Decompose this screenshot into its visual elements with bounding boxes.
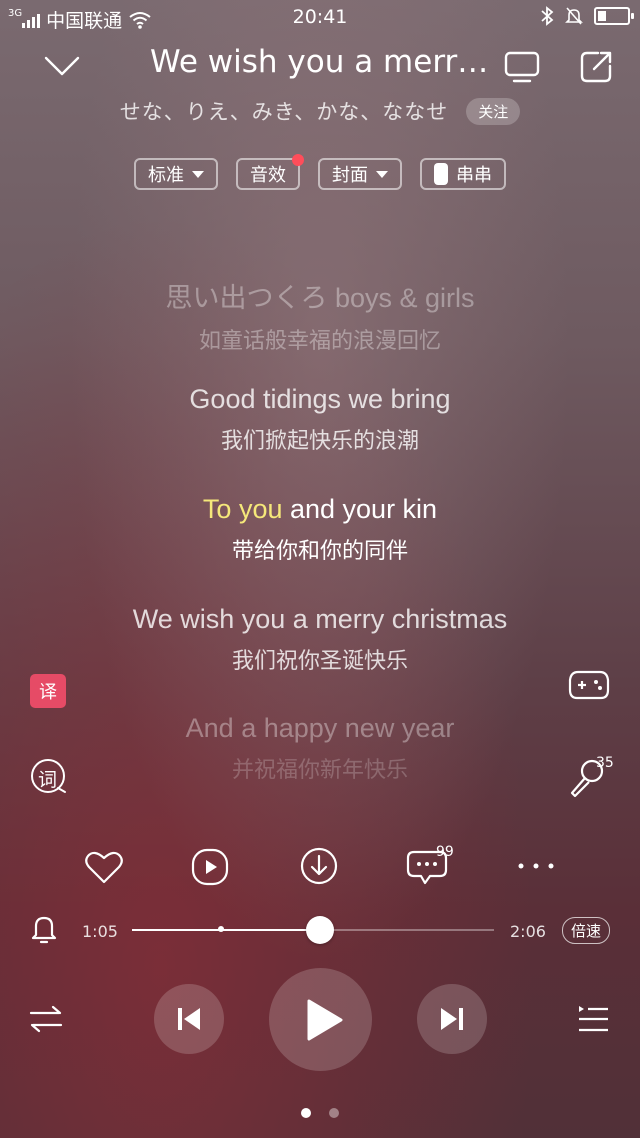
caret-down-icon: [192, 170, 204, 178]
page-dot[interactable]: [329, 1108, 339, 1118]
chuanchuan-toggle[interactable]: 串串: [420, 158, 506, 190]
artist-name[interactable]: せな、りえ、みき、かな、ななせ: [120, 96, 449, 126]
previous-button[interactable]: [154, 984, 224, 1054]
translate-button[interactable]: 译: [30, 674, 66, 708]
playlist-icon[interactable]: [576, 1003, 610, 1035]
page-dot[interactable]: [301, 1108, 311, 1118]
cover-dropdown[interactable]: 封面: [318, 158, 402, 190]
lyrics-word-button[interactable]: 词: [30, 758, 68, 796]
download-icon[interactable]: [300, 847, 338, 885]
option-chips: 标准 音效 封面 串串: [0, 154, 640, 190]
caret-down-icon: [376, 170, 388, 178]
play-button[interactable]: [269, 968, 372, 1071]
lyric-line: Good tidings we bring 我们掀起快乐的浪潮: [0, 384, 640, 455]
lyric-original: And a happy new year: [185, 713, 455, 743]
skip-previous-icon: [178, 1008, 200, 1030]
progress-knob[interactable]: [306, 916, 335, 944]
collapse-chevron-icon[interactable]: [44, 54, 80, 78]
lyric-line-current: To you and your kin 带给你和你的同伴: [0, 494, 640, 565]
song-title: We wish you a merry christmas: [150, 44, 490, 80]
lyric-sung-part: To you: [202, 494, 283, 524]
sound-effect-button[interactable]: 音效: [236, 154, 304, 190]
skip-next-icon: [441, 1008, 463, 1030]
lyric-unsung-part: and your kin: [282, 494, 438, 524]
heart-icon[interactable]: [84, 849, 124, 885]
battery-icon: [594, 7, 634, 25]
quality-label: 标准: [148, 165, 184, 186]
tv-cast-icon[interactable]: [503, 50, 541, 84]
karaoke-button[interactable]: 35: [566, 755, 620, 801]
shuffle-icon[interactable]: [29, 1004, 63, 1034]
lyric-translation: 并祝福你新年快乐: [231, 758, 408, 783]
total-time: 2:06: [510, 922, 546, 941]
progress-marker: [217, 926, 224, 932]
current-time: 1:05: [82, 922, 118, 941]
follow-button[interactable]: 关注: [466, 97, 521, 125]
lyric-original: To you and your kin: [0, 494, 640, 525]
progress-slider[interactable]: [132, 916, 494, 944]
play-icon: [307, 999, 342, 1040]
lyric-line: 思い出つくろ boys & girls 如童话般幸福的浪漫回忆: [0, 276, 640, 355]
mute-bell-icon: [565, 7, 583, 25]
toggle-switch-icon: [434, 163, 448, 185]
chuanchuan-label: 串串: [456, 165, 492, 186]
lyric-translation: 我们祝你圣诞快乐: [231, 649, 408, 674]
sound-effect-label: 音效: [250, 165, 286, 186]
artist-row: せな、りえ、みき、かな、ななせ 关注: [100, 96, 540, 126]
cover-label: 封面: [332, 165, 368, 186]
video-play-icon[interactable]: [191, 848, 229, 886]
karaoke-count: 35: [596, 755, 614, 771]
alarm-bell-icon[interactable]: [30, 913, 58, 945]
share-icon[interactable]: [578, 49, 614, 85]
bluetooth-icon: [541, 6, 554, 26]
lyric-translation: 我们掀起快乐的浪潮: [220, 429, 419, 454]
quality-dropdown[interactable]: 标准: [134, 158, 218, 190]
comment-button[interactable]: 99: [406, 844, 462, 888]
notification-dot: [292, 154, 304, 166]
more-icon[interactable]: [516, 862, 556, 870]
status-bar: 3G 中国联通 20:41: [0, 0, 640, 34]
progress-played: [132, 929, 321, 931]
lyric-line: We wish you a merry christmas 我们祝你圣诞快乐: [0, 604, 640, 675]
lyric-translation: 如童话般幸福的浪漫回忆: [198, 329, 441, 354]
next-button[interactable]: [417, 984, 487, 1054]
lyric-translation: 带给你和你的同伴: [231, 539, 408, 564]
playback-speed-button[interactable]: 倍速: [562, 917, 611, 944]
gamepad-icon[interactable]: [568, 668, 610, 702]
page-indicator[interactable]: [0, 1108, 640, 1118]
ci-label: 词: [38, 769, 58, 791]
lyric-line: And a happy new year 并祝福你新年快乐: [0, 713, 640, 784]
comment-count: 99: [436, 844, 454, 860]
lyric-original: 思い出つくろ boys & girls: [165, 283, 475, 313]
lyric-original: Good tidings we bring: [189, 384, 451, 414]
lyric-original: We wish you a merry christmas: [132, 604, 508, 634]
